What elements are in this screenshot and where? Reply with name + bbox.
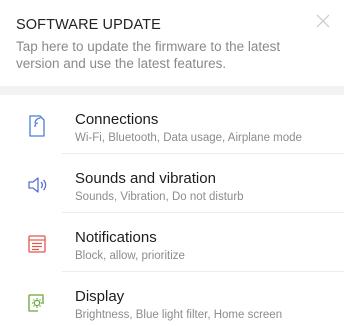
settings-item-title: Notifications xyxy=(75,229,157,246)
section-divider xyxy=(0,86,344,95)
settings-item-sounds-and-vibration[interactable]: Sounds and vibration Sounds, Vibration, … xyxy=(0,154,344,213)
close-icon[interactable] xyxy=(316,14,330,28)
settings-item-connections[interactable]: Connections Wi-Fi, Bluetooth, Data usage… xyxy=(0,95,344,154)
display-icon xyxy=(24,290,50,316)
settings-item-display[interactable]: Display Brightness, Blue light filter, H… xyxy=(0,272,344,326)
software-update-title: SOFTWARE UPDATE xyxy=(16,17,161,33)
software-update-description: Tap here to update the firmware to the l… xyxy=(16,39,281,71)
connections-icon xyxy=(24,113,50,139)
speaker-icon xyxy=(24,172,50,198)
settings-item-subtitle: Sounds, Vibration, Do not disturb xyxy=(75,191,244,203)
settings-item-subtitle: Block, allow, prioritize xyxy=(75,250,185,262)
settings-item-title: Sounds and vibration xyxy=(75,170,216,187)
notifications-icon xyxy=(24,231,50,257)
settings-list: Connections Wi-Fi, Bluetooth, Data usage… xyxy=(0,95,344,326)
settings-item-title: Display xyxy=(75,288,125,305)
settings-item-subtitle: Wi-Fi, Bluetooth, Data usage, Airplane m… xyxy=(75,132,302,144)
settings-item-subtitle: Brightness, Blue light filter, Home scre… xyxy=(75,309,283,321)
settings-item-title: Connections xyxy=(75,111,159,128)
software-update-card[interactable]: SOFTWARE UPDATE Tap here to update the f… xyxy=(0,0,344,86)
settings-item-notifications[interactable]: Notifications Block, allow, prioritize xyxy=(0,213,344,272)
